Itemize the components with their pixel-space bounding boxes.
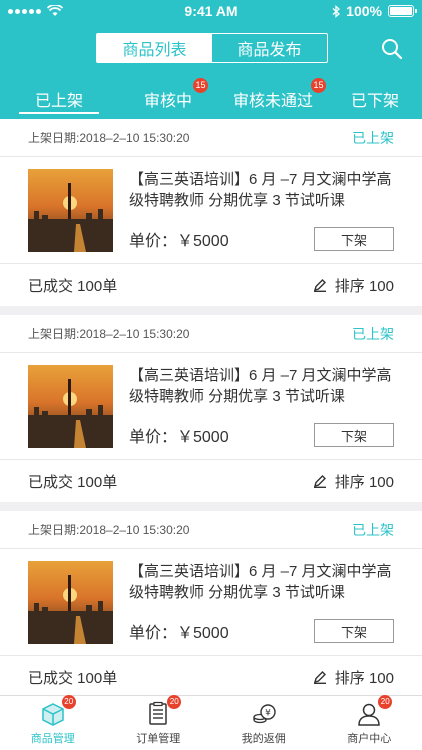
status-bar: 9:41 AM 100% xyxy=(0,0,422,22)
product-card[interactable]: 上架日期:2018–2–10 15:30:20 已上架 【高三英语培训】6 月 … xyxy=(0,315,422,502)
card-body: 【高三英语培训】6 月 –7 月文澜中学高级特聘教师 分期优享 3 节试听课 单… xyxy=(0,549,422,656)
product-price: 单价：￥5000 xyxy=(129,429,229,446)
edit-icon xyxy=(313,671,326,684)
product-thumbnail xyxy=(28,365,113,448)
sort-value: 排序 100 xyxy=(334,277,394,295)
tabbar-label: 订单管理 xyxy=(136,733,181,745)
box-icon: 20 xyxy=(40,695,76,727)
sold-count: 已成交 100单 xyxy=(28,277,118,295)
tabbar-badge: 20 xyxy=(167,695,182,709)
edit-icon xyxy=(313,475,326,488)
product-title[interactable]: 【高三英语培训】6 月 –7 月文澜中学高级特聘教师 分期优享 3 节试听课 xyxy=(129,561,422,603)
product-price: 单价：￥5000 xyxy=(129,233,229,250)
tab-listed-label: 已上架 xyxy=(34,92,83,110)
tabbar-badge: 20 xyxy=(378,695,393,709)
tab-rejected-badge: 15 xyxy=(311,78,326,93)
tabbar-item-merchant-center[interactable]: 20 商户中心 xyxy=(317,695,422,750)
tabbar-item-product-management[interactable]: 20 商品管理 xyxy=(0,695,106,750)
sort-control[interactable]: 排序 100 xyxy=(313,471,394,492)
card-body: 【高三英语培训】6 月 –7 月文澜中学高级特聘教师 分期优享 3 节试听课 单… xyxy=(0,353,422,460)
listing-date: 上架日期:2018–2–10 15:30:20 xyxy=(28,131,190,145)
listing-status: 已上架 xyxy=(352,521,394,538)
tabbar-item-my-commission[interactable]: ¥ 我的返佣 xyxy=(211,696,317,750)
sort-control[interactable]: 排序 100 xyxy=(313,275,394,296)
card-header: 上架日期:2018–2–10 15:30:20 已上架 xyxy=(0,315,422,353)
tab-rejected[interactable]: 审核未通过 15 xyxy=(218,78,328,119)
tab-reviewing-label: 审核中 xyxy=(143,92,192,110)
coins-icon: ¥ xyxy=(251,701,277,727)
price-row: 单价：￥5000 下架 xyxy=(129,619,394,643)
product-list: 上架日期:2018–2–10 15:30:20 已上架 【高三英语培训】6 月 … xyxy=(0,119,422,695)
svg-text:¥: ¥ xyxy=(265,709,271,719)
tabbar-label: 我的返佣 xyxy=(241,733,286,745)
delist-button[interactable]: 下架 xyxy=(314,423,394,447)
product-thumbnail xyxy=(28,169,113,252)
tabbar-badge: 20 xyxy=(61,695,76,709)
card-header: 上架日期:2018–2–10 15:30:20 已上架 xyxy=(0,511,422,549)
signal-icon xyxy=(8,8,41,14)
search-icon[interactable] xyxy=(380,37,404,61)
status-left xyxy=(8,5,128,17)
card-body: 【高三英语培训】6 月 –7 月文澜中学高级特聘教师 分期优享 3 节试听课 单… xyxy=(0,157,422,264)
card-footer: 已成交 100单 排序 100 xyxy=(0,460,422,502)
battery-icon xyxy=(387,5,417,17)
product-title[interactable]: 【高三英语培训】6 月 –7 月文澜中学高级特聘教师 分期优享 3 节试听课 xyxy=(129,365,422,407)
segment-product-list[interactable]: 商品列表 xyxy=(97,34,212,62)
status-right: 100% xyxy=(294,3,417,19)
listing-status: 已上架 xyxy=(352,325,394,342)
delist-button[interactable]: 下架 xyxy=(314,619,394,643)
tab-listed[interactable]: 已上架 xyxy=(0,78,118,119)
tab-rejected-label: 审核未通过 xyxy=(232,92,313,110)
tabbar-item-order-management[interactable]: 20 订单管理 xyxy=(106,695,212,750)
top-header: 9:41 AM 100% 商品列表 商品发布 已上架 审核中 15 审核未通过 … xyxy=(0,0,422,119)
card-footer: 已成交 100单 排序 100 xyxy=(0,656,422,695)
card-footer: 已成交 100单 排序 100 xyxy=(0,264,422,306)
bluetooth-icon xyxy=(332,4,341,18)
product-card[interactable]: 上架日期:2018–2–10 15:30:20 已上架 【高三英语培训】6 月 … xyxy=(0,511,422,695)
status-time: 9:41 AM xyxy=(184,3,238,19)
segment-product-publish[interactable]: 商品发布 xyxy=(212,34,327,62)
product-thumbnail xyxy=(28,561,113,644)
tab-delisted[interactable]: 已下架 xyxy=(328,78,422,119)
sort-value: 排序 100 xyxy=(334,669,394,687)
listing-date: 上架日期:2018–2–10 15:30:20 xyxy=(28,327,190,341)
tabbar-label: 商品管理 xyxy=(30,733,75,745)
user-icon: 20 xyxy=(356,695,393,727)
wifi-icon xyxy=(47,5,63,16)
listing-date: 上架日期:2018–2–10 15:30:20 xyxy=(28,523,190,537)
sold-count: 已成交 100单 xyxy=(28,669,118,687)
price-row: 单价：￥5000 下架 xyxy=(129,423,394,447)
status-tabs: 已上架 审核中 15 审核未通过 15 已下架 xyxy=(0,78,422,119)
view-segment: 商品列表 商品发布 xyxy=(96,33,328,63)
order-list-icon: 20 xyxy=(145,695,182,727)
tab-reviewing[interactable]: 审核中 15 xyxy=(118,78,218,119)
listing-status: 已上架 xyxy=(352,129,394,146)
edit-icon xyxy=(313,279,326,292)
bottom-tabbar: 20 商品管理 20 订单管理 ¥ 我的返佣 20 商户中心 xyxy=(0,695,422,750)
tabbar-label: 商户中心 xyxy=(347,733,392,745)
product-card[interactable]: 上架日期:2018–2–10 15:30:20 已上架 【高三英语培训】6 月 … xyxy=(0,119,422,306)
battery-percent: 100% xyxy=(346,3,382,19)
active-tab-underline xyxy=(19,112,99,114)
tab-reviewing-badge: 15 xyxy=(193,78,208,93)
sold-count: 已成交 100单 xyxy=(28,473,118,491)
product-title[interactable]: 【高三英语培训】6 月 –7 月文澜中学高级特聘教师 分期优享 3 节试听课 xyxy=(129,169,422,211)
price-row: 单价：￥5000 下架 xyxy=(129,227,394,251)
card-header: 上架日期:2018–2–10 15:30:20 已上架 xyxy=(0,119,422,157)
sort-control[interactable]: 排序 100 xyxy=(313,667,394,688)
sort-value: 排序 100 xyxy=(334,473,394,491)
tab-delisted-label: 已下架 xyxy=(350,92,399,110)
delist-button[interactable]: 下架 xyxy=(314,227,394,251)
product-price: 单价：￥5000 xyxy=(129,625,229,642)
